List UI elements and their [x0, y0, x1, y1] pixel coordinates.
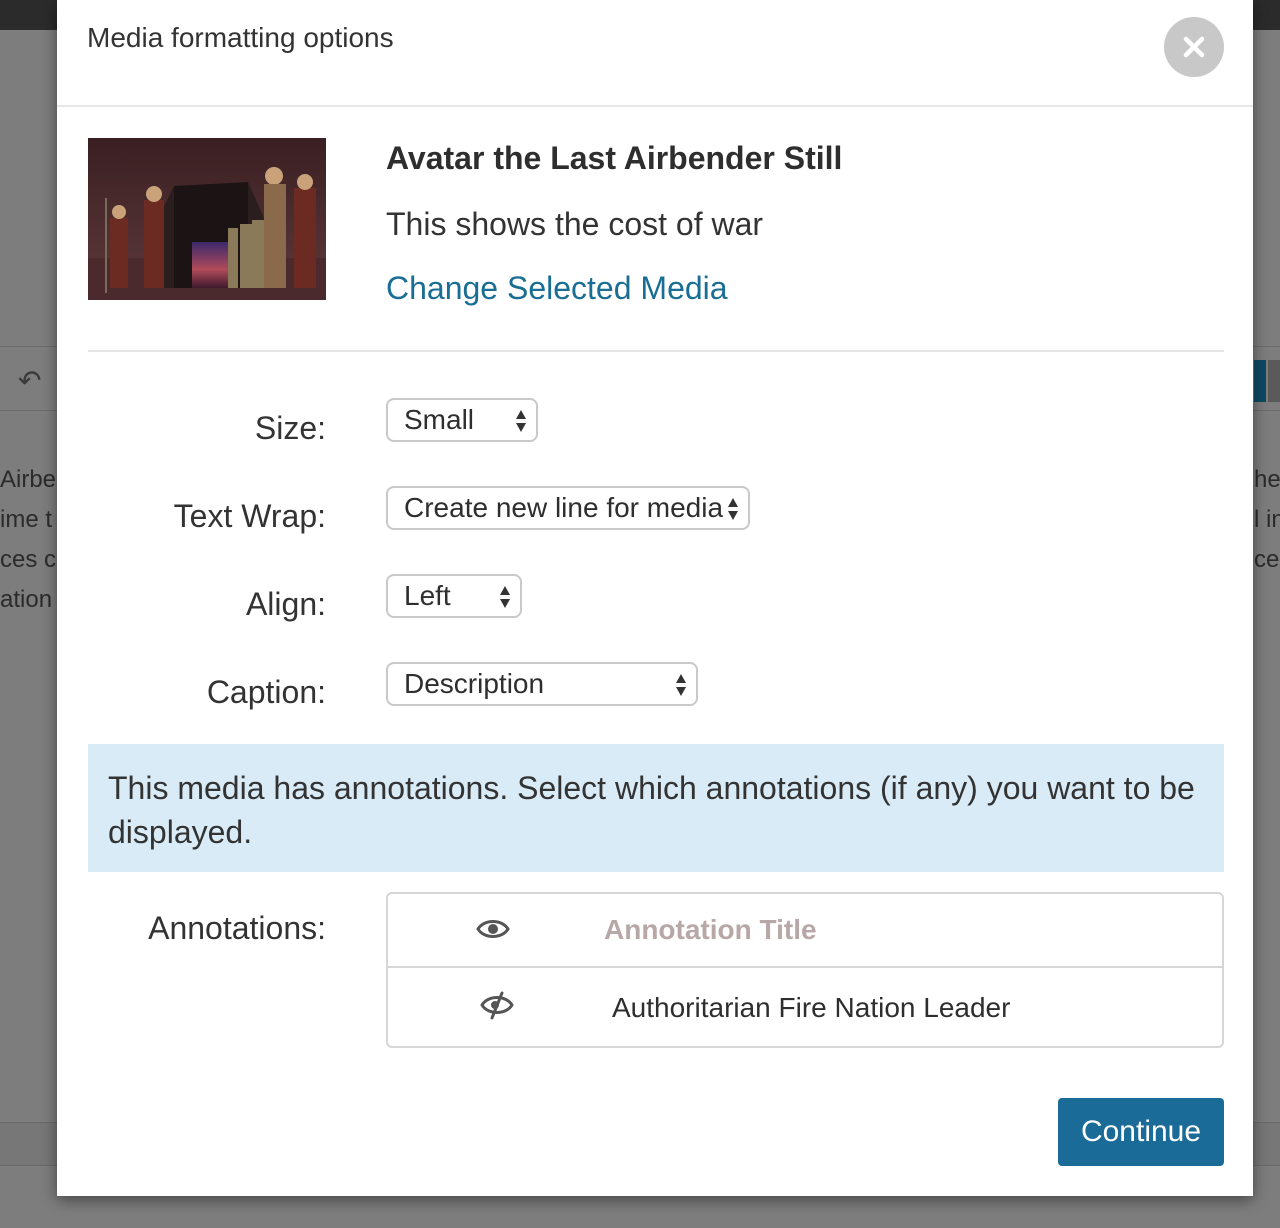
undo-icon: ↶ [18, 365, 42, 396]
annotation-title-header: Annotation Title [604, 914, 817, 945]
align-select[interactable]: Left [386, 574, 522, 618]
background-button [1268, 360, 1280, 402]
media-thumbnail [88, 138, 326, 300]
caption-select[interactable]: Description [386, 662, 698, 706]
media-formatting-modal: Media formatting options Avatar the Last… [57, 0, 1253, 1196]
text-wrap-select[interactable]: Create new line for media [386, 486, 750, 530]
caption-label: Caption: [206, 674, 326, 710]
select-arrows-icon [676, 674, 686, 696]
align-select-value: Left [404, 580, 451, 611]
close-icon [1183, 36, 1205, 58]
text-wrap-select-value: Create new line for media [404, 492, 724, 523]
select-arrows-icon [500, 586, 510, 608]
size-select[interactable]: Small [386, 398, 538, 442]
caption-select-value: Description [404, 668, 545, 699]
close-button[interactable] [1164, 17, 1224, 77]
select-arrows-icon [516, 410, 526, 432]
annotation-row-title: Authoritarian Fire Nation Leader [612, 992, 1011, 1023]
change-selected-media-link[interactable]: Change Selected Media [386, 270, 728, 307]
eye-icon [476, 920, 510, 938]
continue-button[interactable]: Continue [1058, 1098, 1224, 1166]
modal-title: Media formatting options [87, 22, 394, 53]
annotations-label: Annotations: [148, 910, 326, 946]
eye-slash-icon[interactable] [480, 990, 514, 1020]
media-description: This shows the cost of war [386, 206, 764, 242]
annotations-table: Annotation Title Authoritarian Fire Nati… [386, 892, 1224, 1048]
size-label: Size: [254, 410, 326, 446]
background-text-right: he l in ce [1254, 466, 1280, 573]
select-arrows-icon [728, 498, 738, 520]
media-title: Avatar the Last Airbender Still [386, 140, 843, 176]
text-wrap-label: Text Wrap: [173, 498, 326, 534]
align-label: Align: [245, 586, 326, 622]
annotations-notice: This media has annotations. Select which… [88, 744, 1224, 872]
modal-header: Media formatting options [57, 0, 1253, 107]
selected-media-info: Avatar the Last Airbender Still This sho… [88, 138, 1224, 352]
size-select-value: Small [404, 404, 475, 435]
annotations-table-header: Annotation Title [388, 894, 1222, 968]
annotation-row: Authoritarian Fire Nation Leader [388, 970, 1222, 1046]
background-button [1254, 360, 1266, 402]
